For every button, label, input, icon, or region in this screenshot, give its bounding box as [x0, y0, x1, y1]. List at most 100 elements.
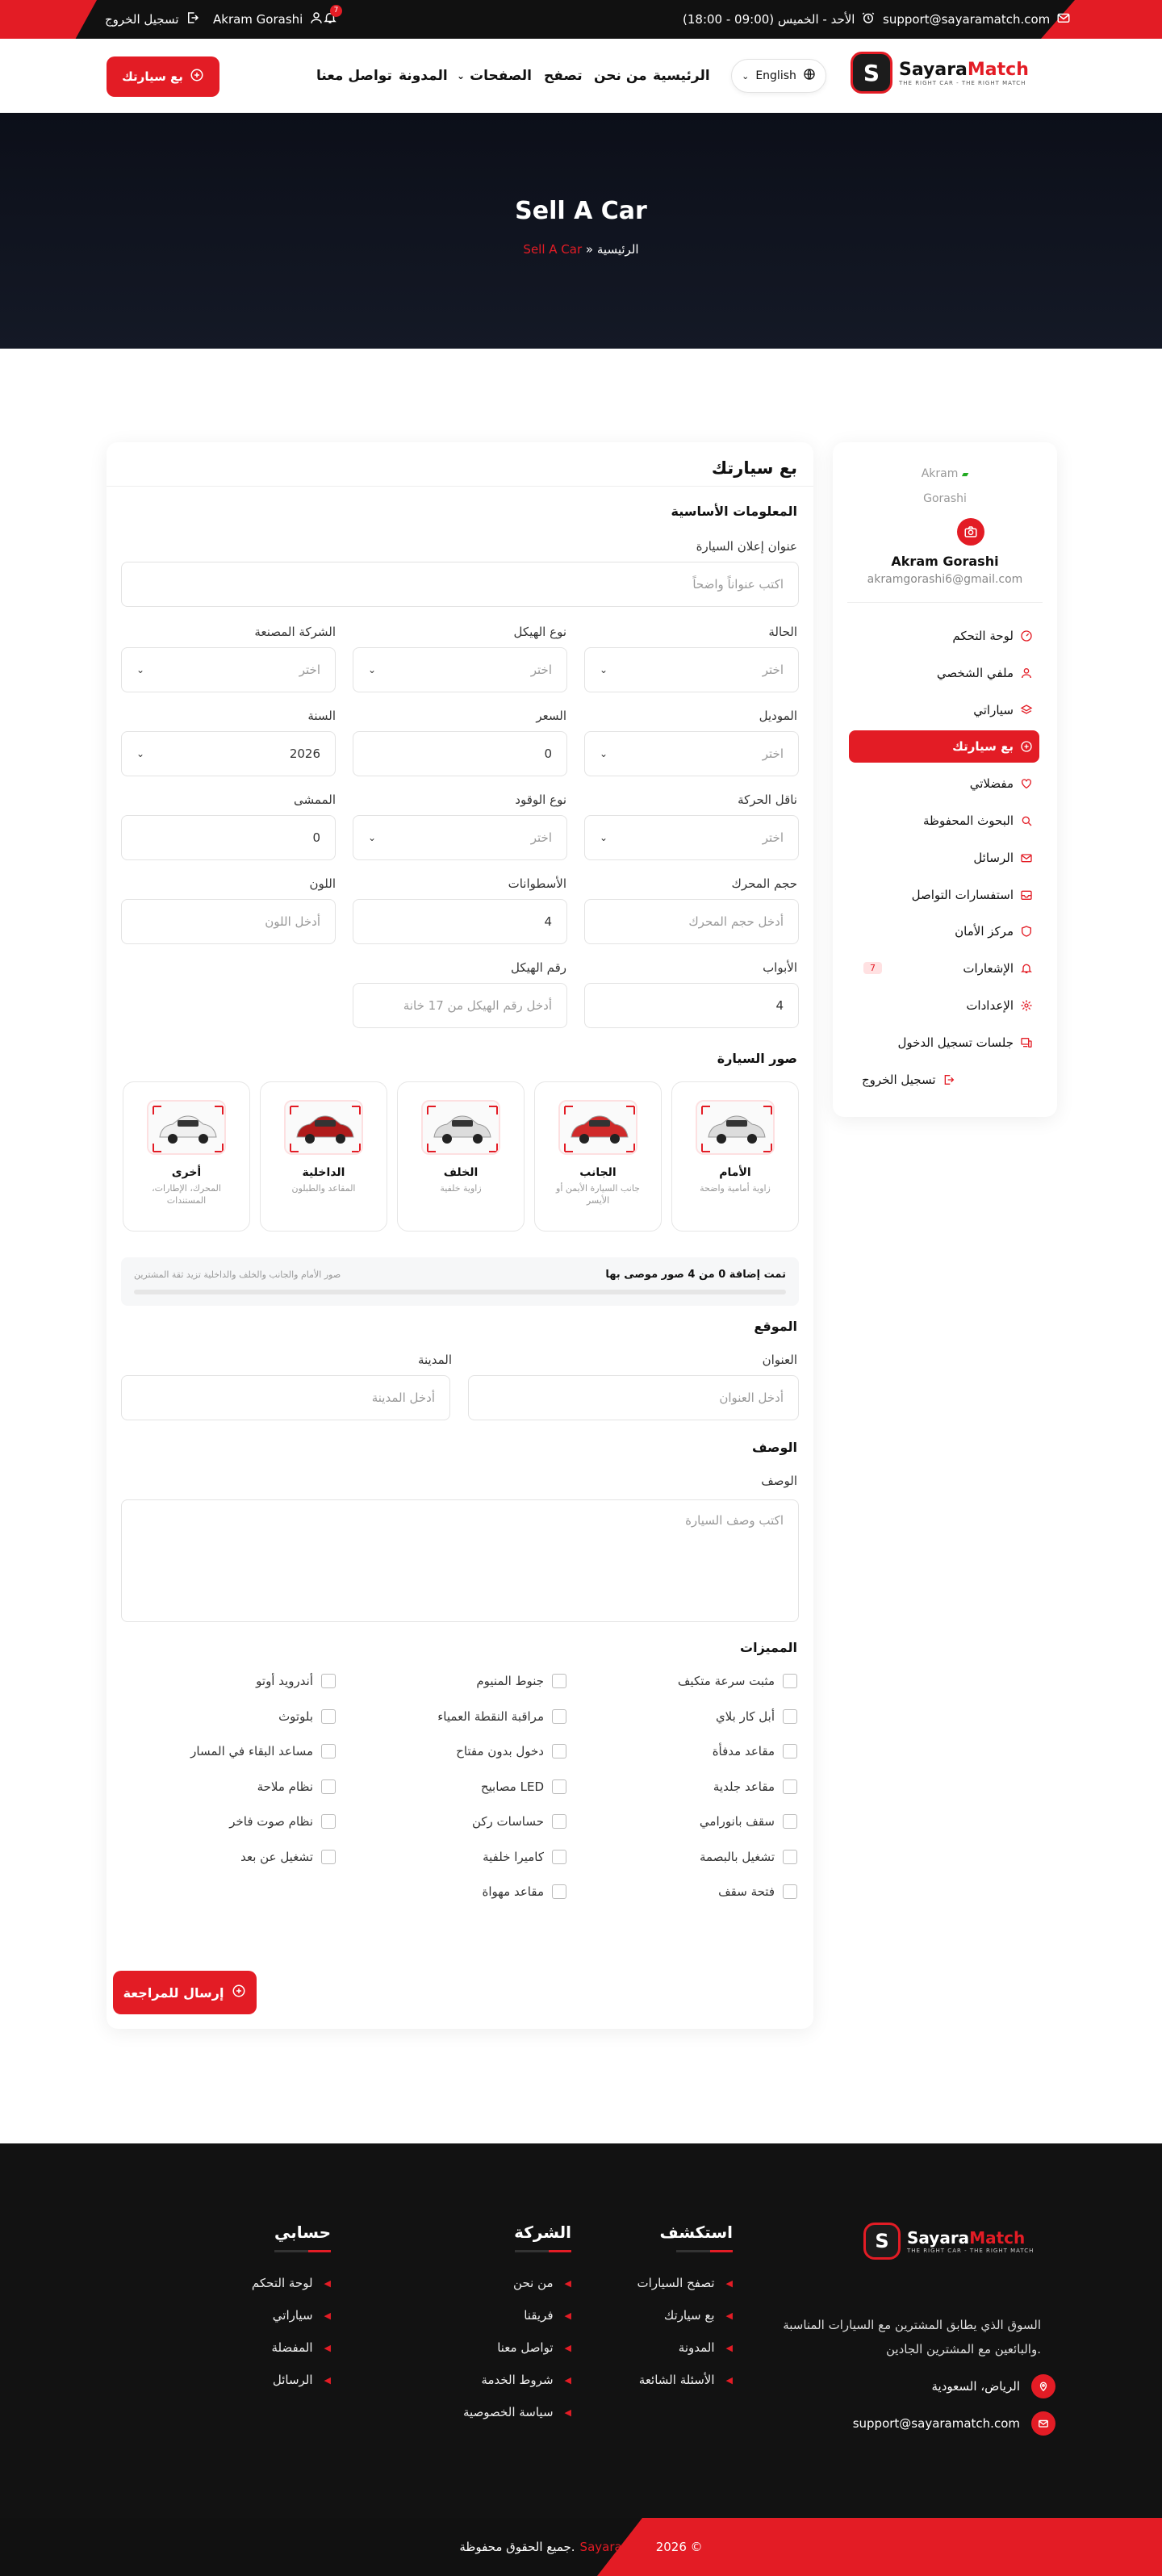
- breadcrumb-home[interactable]: الرئيسية: [597, 242, 639, 257]
- nav-home[interactable]: الرئيسية: [653, 39, 710, 113]
- price-input[interactable]: 0: [353, 731, 567, 776]
- checkbox[interactable]: [552, 1674, 566, 1688]
- year-select[interactable]: ⌄ 2026: [121, 731, 336, 776]
- checkbox[interactable]: [783, 1779, 797, 1794]
- vin-input[interactable]: أدخل رقم الهيكل من 17 خانة: [353, 983, 567, 1028]
- checkbox[interactable]: [783, 1814, 797, 1829]
- feature-checkbox[interactable]: جنوط المنيوم: [357, 1674, 566, 1688]
- nav-browse[interactable]: تصفح: [544, 39, 583, 113]
- footer-logo[interactable]: S SayaraMatch THE RIGHT CAR - THE RIGHT …: [863, 2223, 1034, 2260]
- feature-checkbox[interactable]: مساعد البقاء في المسار: [126, 1744, 336, 1758]
- sidebar-item-gear[interactable]: الإعدادات: [849, 989, 1039, 1022]
- topbar-user[interactable]: Akram Gorashi: [213, 0, 324, 39]
- doors-input[interactable]: 4: [584, 983, 799, 1028]
- photo-upload-card[interactable]: الجانب جانب السيارة الأيمن أو الأيسر: [534, 1081, 662, 1232]
- make-select[interactable]: ⌄ اختر: [121, 647, 336, 692]
- feature-checkbox[interactable]: نظام ملاحة: [126, 1779, 336, 1794]
- address-input[interactable]: أدخل العنوان: [468, 1375, 799, 1420]
- cylinders-input[interactable]: 4: [353, 899, 567, 944]
- sidebar-item-inbox[interactable]: استفسارات التواصل: [849, 879, 1039, 911]
- photo-upload-card[interactable]: الأمام زاوية أمامية واضحة: [671, 1081, 799, 1232]
- checkbox[interactable]: [783, 1849, 797, 1864]
- checkbox[interactable]: [783, 1674, 797, 1688]
- feature-checkbox[interactable]: مراقبة النقطة العمياء: [357, 1708, 566, 1724]
- feature-checkbox[interactable]: كاميرا خلفية: [357, 1849, 566, 1864]
- footer-link[interactable]: سياسة الخصوصية ◀: [410, 2396, 571, 2428]
- feature-checkbox[interactable]: فتحة سقف: [587, 1884, 797, 1899]
- photo-upload-card[interactable]: الداخلية المقاعد والطبلون: [260, 1081, 387, 1232]
- fuel-select[interactable]: ⌄ اختر: [353, 815, 567, 860]
- footer-link[interactable]: من نحن ◀: [410, 2267, 571, 2299]
- footer-link[interactable]: سياراتي ◀: [202, 2299, 331, 2331]
- feature-checkbox[interactable]: تشغيل بالبصمة: [587, 1849, 797, 1864]
- feature-checkbox[interactable]: أندرويد أوتو: [126, 1674, 336, 1688]
- nav-blog[interactable]: المدونة: [399, 39, 448, 113]
- footer-link[interactable]: الأسئلة الشائعة ◀: [597, 2364, 733, 2396]
- feature-checkbox[interactable]: تشغيل عن بعد: [126, 1849, 336, 1864]
- sidebar-item-mail[interactable]: الرسائل: [849, 842, 1039, 874]
- mileage-input[interactable]: 0: [121, 815, 336, 860]
- footer-link[interactable]: تواصل معنا ◀: [410, 2331, 571, 2364]
- footer-link[interactable]: فريقنا ◀: [410, 2299, 571, 2331]
- sidebar-item-layers[interactable]: سياراتي: [849, 694, 1039, 726]
- nav-about[interactable]: من نحن: [594, 39, 647, 113]
- model-select[interactable]: ⌄ اختر: [584, 731, 799, 776]
- copyright-brand[interactable]: Sayara: [580, 2540, 622, 2554]
- footer-link[interactable]: لوحة التحكم ◀: [202, 2267, 331, 2299]
- color-input[interactable]: أدخل اللون: [121, 899, 336, 944]
- feature-checkbox[interactable]: مثبت سرعة متكيف: [587, 1674, 797, 1688]
- feature-checkbox[interactable]: مصابيح LED: [357, 1779, 566, 1794]
- sidebar-item-logout[interactable]: تسجيل الخروج: [849, 1064, 1039, 1096]
- checkbox[interactable]: [552, 1849, 566, 1864]
- feature-checkbox[interactable]: مقاعد مهواة: [357, 1884, 566, 1899]
- checkbox[interactable]: [783, 1708, 797, 1724]
- feature-checkbox[interactable]: أبل كار بلاي: [587, 1708, 797, 1724]
- body-type-select[interactable]: ⌄ اختر: [353, 647, 567, 692]
- checkbox[interactable]: [321, 1849, 336, 1864]
- topbar-logout[interactable]: تسجيل الخروج: [105, 0, 200, 39]
- footer-link[interactable]: بع سيارتك ◀: [597, 2299, 733, 2331]
- sidebar-item-heart[interactable]: مفضلاتي: [849, 767, 1039, 800]
- checkbox[interactable]: [321, 1744, 336, 1758]
- city-input[interactable]: أدخل المدينة: [121, 1375, 450, 1420]
- sidebar-item-dashboard[interactable]: لوحة التحكم: [849, 620, 1039, 652]
- feature-checkbox[interactable]: حساسات ركن: [357, 1814, 566, 1829]
- feature-checkbox[interactable]: مقاعد مدفأة: [587, 1744, 797, 1758]
- checkbox[interactable]: [321, 1814, 336, 1829]
- footer-link[interactable]: تصفح السيارات ◀: [597, 2267, 733, 2299]
- header-sell-button[interactable]: بع سيارتك: [107, 56, 219, 97]
- checkbox[interactable]: [321, 1674, 336, 1688]
- footer-link[interactable]: المفضلة ◀: [202, 2331, 331, 2364]
- sidebar-item-search[interactable]: البحوث المحفوظة: [849, 805, 1039, 837]
- footer-link[interactable]: شروط الخدمة ◀: [410, 2364, 571, 2396]
- feature-checkbox[interactable]: سقف بانورامي: [587, 1814, 797, 1829]
- sidebar-item-devices[interactable]: جلسات تسجيل الدخول: [849, 1027, 1039, 1059]
- submit-review-button[interactable]: إرسال للمراجعة: [113, 1971, 257, 2014]
- site-logo[interactable]: S SayaraMatch THE RIGHT CAR - THE RIGHT …: [851, 52, 1029, 94]
- nav-pages[interactable]: ⌄ الصفحات: [457, 39, 532, 113]
- condition-select[interactable]: ⌄ اختر: [584, 647, 799, 692]
- photo-upload-card[interactable]: أخرى المحرك، الإطارات، المستندات: [123, 1081, 250, 1232]
- checkbox[interactable]: [321, 1708, 336, 1724]
- checkbox[interactable]: [552, 1708, 566, 1724]
- sidebar-item-shield[interactable]: مركز الأمان: [849, 915, 1039, 947]
- feature-checkbox[interactable]: مقاعد جلدية: [587, 1779, 797, 1794]
- feature-checkbox[interactable]: دخول بدون مفتاح: [357, 1744, 566, 1758]
- footer-link[interactable]: الرسائل ◀: [202, 2364, 331, 2396]
- engine-input[interactable]: أدخل حجم المحرك: [584, 899, 799, 944]
- topbar-notifications[interactable]: 7: [323, 0, 342, 39]
- footer-link[interactable]: المدونة ◀: [597, 2331, 733, 2364]
- nav-contact[interactable]: تواصل معنا: [316, 39, 392, 113]
- checkbox[interactable]: [783, 1884, 797, 1899]
- language-switcher[interactable]: ⌄ English: [731, 59, 826, 93]
- checkbox[interactable]: [552, 1744, 566, 1758]
- checkbox[interactable]: [552, 1814, 566, 1829]
- transmission-select[interactable]: ⌄ اختر: [584, 815, 799, 860]
- checkbox[interactable]: [783, 1744, 797, 1758]
- topbar-email[interactable]: support@sayaramatch.com: [883, 0, 1071, 39]
- feature-checkbox[interactable]: بلوتوث: [126, 1708, 336, 1724]
- ad-title-input[interactable]: اكتب عنواناً واضحاً: [121, 562, 799, 607]
- photo-upload-card[interactable]: الخلف زاوية خلفية: [397, 1081, 525, 1232]
- camera-icon[interactable]: [957, 518, 984, 546]
- checkbox[interactable]: [552, 1779, 566, 1794]
